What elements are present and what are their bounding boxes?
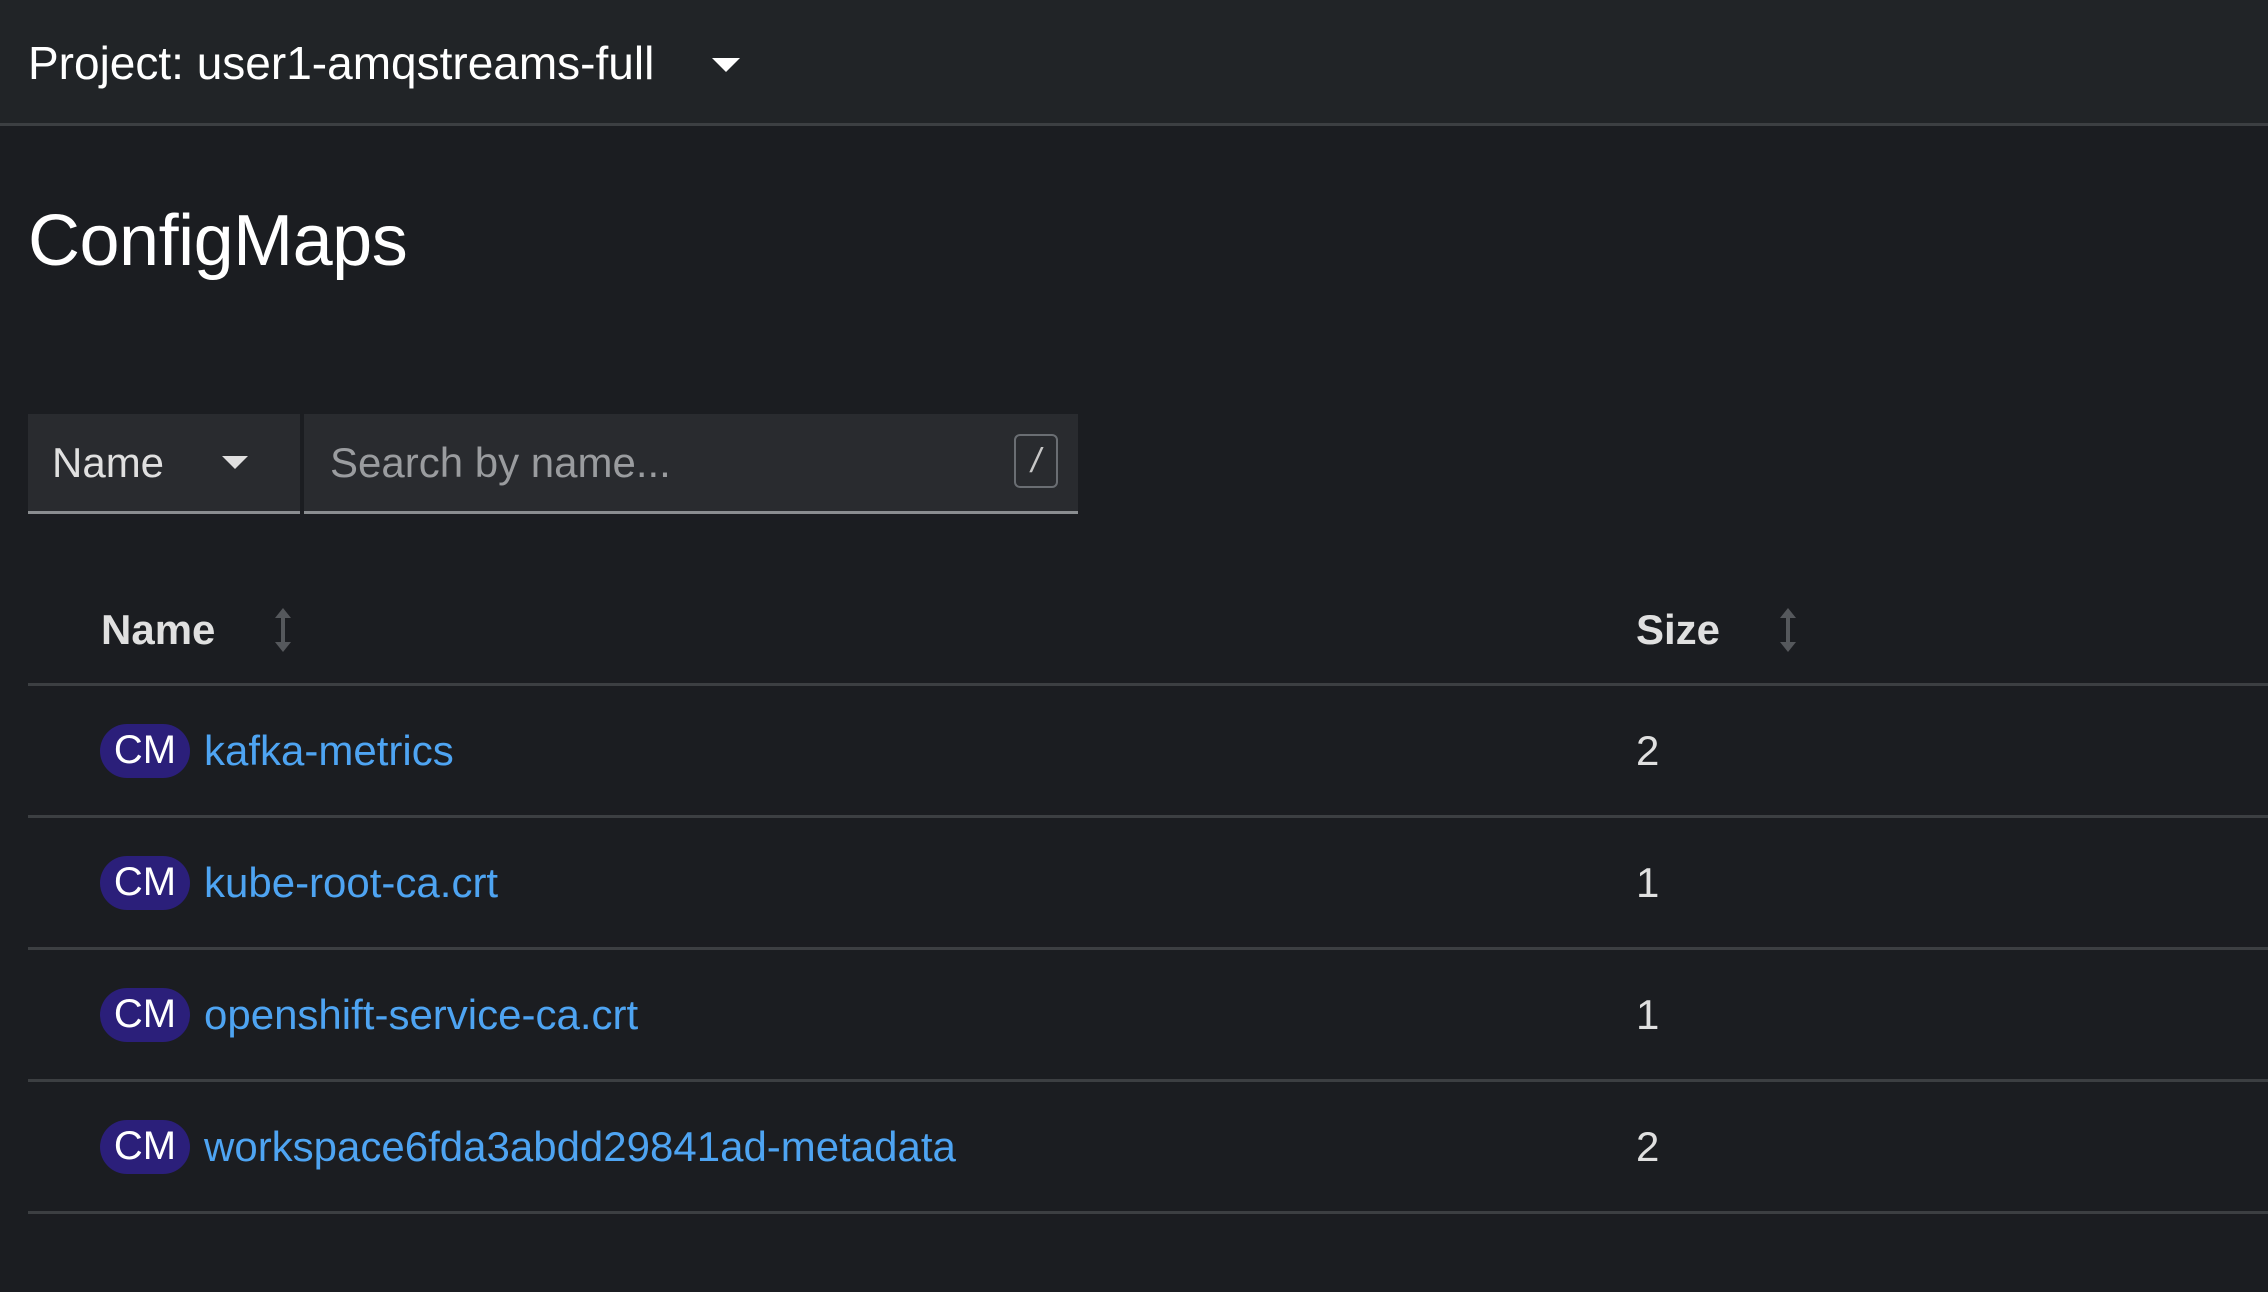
size-cell: 2 (1636, 726, 1660, 774)
column-header-size[interactable]: Size (1636, 606, 1798, 654)
configmap-link[interactable]: openshift-service-ca.crt (204, 991, 638, 1039)
sort-icon (275, 608, 292, 652)
search-input[interactable] (304, 414, 1078, 511)
name-cell: CM kube-root-ca.crt (100, 818, 498, 947)
search-box: / (304, 414, 1078, 514)
filter-type-select[interactable]: Name (28, 414, 300, 514)
project-selector[interactable]: Project: user1-amqstreams-full (28, 30, 741, 96)
project-bar: Project: user1-amqstreams-full (0, 0, 2268, 126)
name-cell: CM openshift-service-ca.crt (100, 950, 638, 1079)
column-header-label: Size (1636, 606, 1721, 653)
filter-type-label: Name (52, 438, 165, 486)
configmap-link[interactable]: kube-root-ca.crt (204, 859, 498, 907)
column-header-name[interactable]: Name (101, 606, 293, 654)
resource-badge: CM (100, 1119, 190, 1174)
size-cell: 1 (1636, 858, 1660, 906)
configmap-link[interactable]: workspace6fda3abdd29841ad-metadata (204, 1123, 956, 1171)
table-row: CM workspace6fda3abdd29841ad-metadata 2 (28, 1082, 2268, 1214)
page-title: ConfigMaps (28, 201, 408, 281)
configmap-link[interactable]: kafka-metrics (204, 727, 454, 775)
size-cell: 1 (1636, 990, 1660, 1038)
name-cell: CM kafka-metrics (100, 686, 454, 815)
resource-badge: CM (100, 987, 190, 1042)
keyboard-shortcut-hint: / (1014, 434, 1058, 488)
column-header-label: Name (101, 606, 216, 653)
table-header: Name Size (28, 570, 2268, 686)
sort-icon (1780, 608, 1797, 652)
table-row: CM openshift-service-ca.crt 1 (28, 950, 2268, 1082)
resource-badge: CM (100, 723, 190, 778)
resource-badge: CM (100, 855, 190, 910)
table-row: CM kafka-metrics 2 (28, 686, 2268, 818)
size-cell: 2 (1636, 1122, 1660, 1170)
caret-down-icon (222, 456, 249, 469)
project-label: Project: user1-amqstreams-full (28, 37, 655, 89)
name-cell: CM workspace6fda3abdd29841ad-metadata (100, 1082, 956, 1211)
configmaps-table: Name Size CM kafka-metrics 2 CM kube-roo… (28, 570, 2268, 1214)
table-row: CM kube-root-ca.crt 1 (28, 818, 2268, 950)
caret-down-icon (712, 58, 741, 72)
filter-toolbar: Name / (28, 414, 1078, 514)
